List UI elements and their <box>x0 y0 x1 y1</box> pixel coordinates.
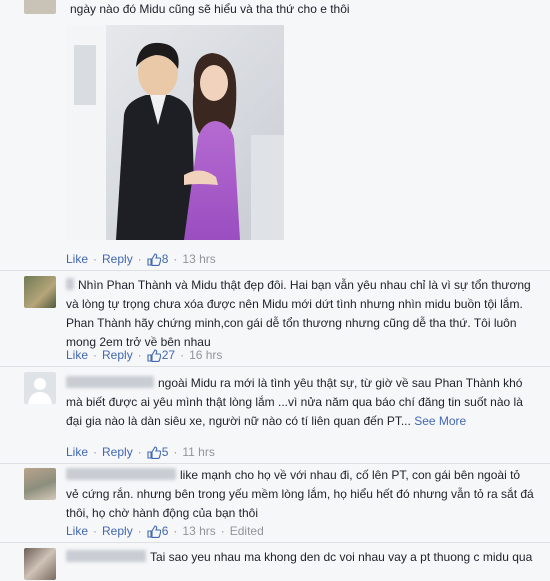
comment-actions: Like · Reply · 5 · 11 hrs <box>66 445 215 459</box>
comment-actions: Like · Reply · 6 · 13 hrs · Edited <box>66 524 264 538</box>
comment-photo[interactable] <box>66 25 284 240</box>
comment-actions: Like · Reply · 27 · 16 hrs <box>66 348 223 362</box>
comment-text: ngày nào đó Midu cũng sẽ hiểu và tha thứ… <box>70 2 350 16</box>
like-link[interactable]: Like <box>66 445 88 459</box>
reply-link[interactable]: Reply <box>102 445 133 459</box>
timestamp[interactable]: 13 hrs <box>182 252 215 266</box>
comment-text: like mạnh cho họ về với nhau đi, cố lên … <box>66 468 534 520</box>
timestamp[interactable]: 11 hrs <box>182 445 214 459</box>
edited-label[interactable]: Edited <box>230 524 264 538</box>
reply-link[interactable]: Reply <box>102 348 133 362</box>
thumbs-up-icon[interactable] <box>147 252 161 266</box>
timestamp[interactable]: 13 hrs <box>182 524 215 538</box>
like-count[interactable]: 5 <box>162 445 169 459</box>
thumbs-up-icon[interactable] <box>147 445 161 459</box>
like-link[interactable]: Like <box>66 252 88 266</box>
commenter-avatar[interactable] <box>24 276 56 308</box>
comment-actions: Like · Reply · 8 · 13 hrs <box>66 252 216 266</box>
like-count[interactable]: 8 <box>162 252 169 266</box>
see-more-link[interactable]: See More <box>414 414 466 428</box>
commenter-avatar[interactable] <box>24 468 56 500</box>
commenter-avatar[interactable] <box>24 0 56 14</box>
like-link[interactable]: Like <box>66 348 88 362</box>
comment-separator <box>0 542 550 543</box>
commenter-avatar[interactable] <box>24 372 56 404</box>
commenter-avatar[interactable] <box>24 548 56 580</box>
comment-separator <box>0 463 550 464</box>
reply-link[interactable]: Reply <box>102 524 133 538</box>
comment-text: ngoài Midu ra mới là tình yêu thật sự, t… <box>66 376 523 428</box>
comment-text: Tai sao yeu nhau ma khong den dc voi nha… <box>66 548 536 567</box>
like-count[interactable]: 6 <box>162 524 169 538</box>
thumbs-up-icon[interactable] <box>147 524 161 538</box>
comment-separator <box>0 270 550 271</box>
like-link[interactable]: Like <box>66 524 88 538</box>
thumbs-up-icon[interactable] <box>147 348 161 362</box>
like-count[interactable]: 27 <box>162 348 175 362</box>
reply-link[interactable]: Reply <box>102 252 133 266</box>
default-avatar-icon <box>28 378 52 404</box>
couple-photo <box>66 25 284 240</box>
timestamp[interactable]: 16 hrs <box>189 348 222 362</box>
comment-separator <box>0 366 550 367</box>
comment-text: Nhìn Phan Thành và Midu thật đẹp đôi. Ha… <box>66 278 531 349</box>
